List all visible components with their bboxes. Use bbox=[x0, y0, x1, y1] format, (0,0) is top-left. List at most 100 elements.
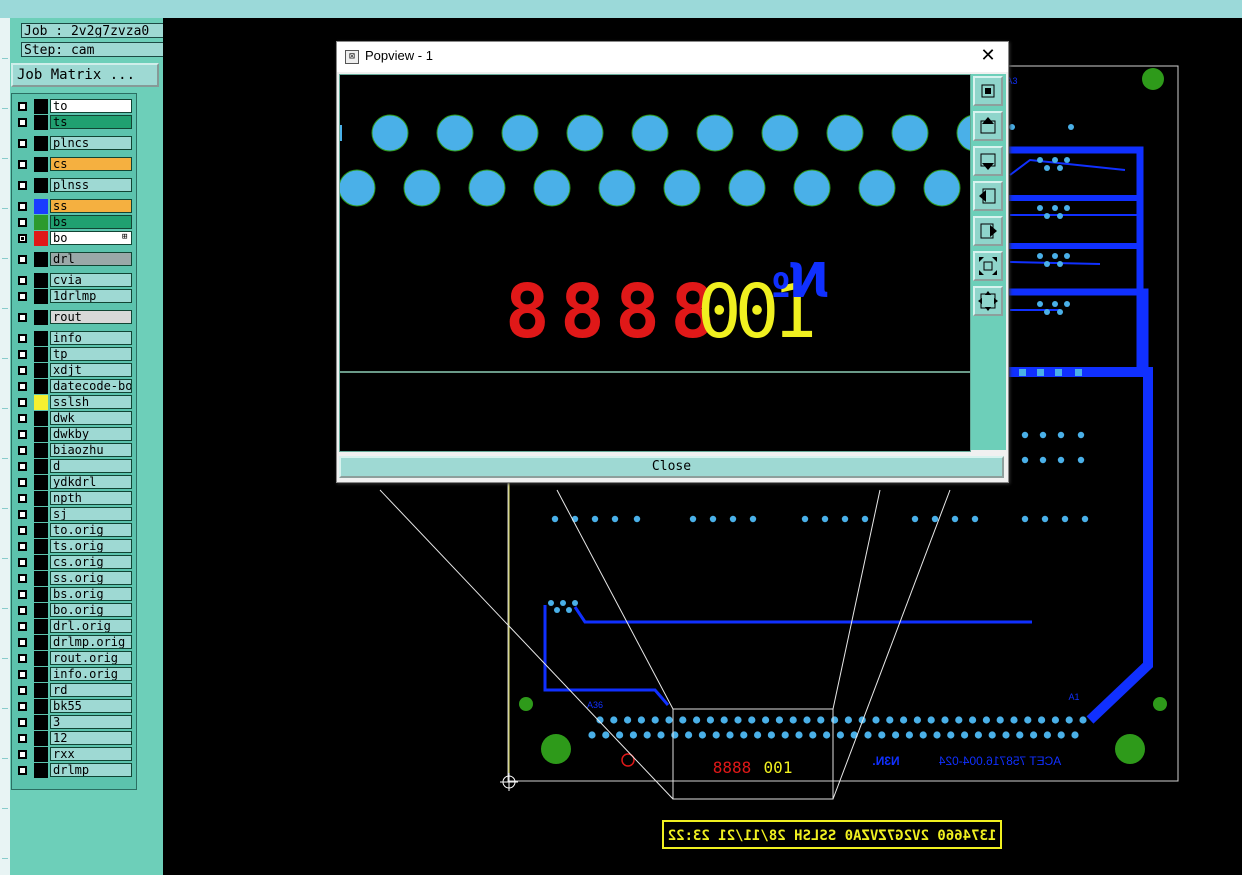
layer-color-swatch[interactable] bbox=[34, 289, 48, 304]
layer-name[interactable]: to.orig bbox=[50, 523, 132, 537]
layer-row-bo[interactable]: bo ⊞ bbox=[14, 231, 134, 246]
layer-color-swatch[interactable] bbox=[34, 523, 48, 538]
layer-checkbox[interactable] bbox=[18, 670, 27, 679]
layer-name[interactable]: drlmp.orig bbox=[50, 635, 132, 649]
layer-name[interactable]: sj bbox=[50, 507, 132, 521]
layer-color-swatch[interactable] bbox=[34, 395, 48, 410]
layer-row-ydkdrl[interactable]: ydkdrl bbox=[14, 475, 134, 490]
layer-color-swatch[interactable] bbox=[34, 115, 48, 130]
layer-name[interactable]: ss bbox=[50, 199, 132, 213]
layer-checkbox[interactable] bbox=[18, 313, 27, 322]
pan-down-icon[interactable] bbox=[973, 146, 1003, 176]
layer-name[interactable]: sslsh bbox=[50, 395, 132, 409]
layer-checkbox[interactable] bbox=[18, 334, 27, 343]
layer-checkbox[interactable] bbox=[18, 202, 27, 211]
layer-row-to[interactable]: to bbox=[14, 99, 134, 114]
layer-color-swatch[interactable] bbox=[34, 603, 48, 618]
layer-row-bk55[interactable]: bk55 bbox=[14, 699, 134, 714]
layer-name[interactable]: xdjt bbox=[50, 363, 132, 377]
layer-row-biaozhu[interactable]: biaozhu bbox=[14, 443, 134, 458]
layer-color-swatch[interactable] bbox=[34, 379, 48, 394]
layer-checkbox[interactable] bbox=[18, 292, 27, 301]
layer-checkbox[interactable] bbox=[18, 414, 27, 423]
popview-titlebar[interactable]: ⊠ Popview - 1 ✕ bbox=[337, 42, 1008, 72]
layer-row-info[interactable]: info bbox=[14, 331, 134, 346]
layer-checkbox[interactable] bbox=[18, 494, 27, 503]
layer-checkbox[interactable] bbox=[18, 654, 27, 663]
layer-name[interactable]: datecode-bo bbox=[50, 379, 132, 393]
layer-checkbox[interactable] bbox=[18, 382, 27, 391]
layer-name[interactable]: ts.orig bbox=[50, 539, 132, 553]
layer-checkbox[interactable] bbox=[18, 398, 27, 407]
layer-name[interactable]: rout.orig bbox=[50, 651, 132, 665]
layer-color-swatch[interactable] bbox=[34, 651, 48, 666]
layer-row-cs[interactable]: cs bbox=[14, 157, 134, 172]
layer-name[interactable]: info.orig bbox=[50, 667, 132, 681]
layer-checkbox[interactable] bbox=[18, 462, 27, 471]
layer-color-swatch[interactable] bbox=[34, 507, 48, 522]
layer-color-swatch[interactable] bbox=[34, 763, 48, 778]
layer-name[interactable]: npth bbox=[50, 491, 132, 505]
layer-checkbox[interactable] bbox=[18, 255, 27, 264]
layer-color-swatch[interactable] bbox=[34, 683, 48, 698]
layer-checkbox[interactable] bbox=[18, 590, 27, 599]
layer-checkbox[interactable] bbox=[18, 702, 27, 711]
layer-color-swatch[interactable] bbox=[34, 273, 48, 288]
job-matrix-button[interactable]: Job Matrix ... bbox=[11, 63, 159, 87]
layer-name[interactable]: biaozhu bbox=[50, 443, 132, 457]
layer-row-xdjt[interactable]: xdjt bbox=[14, 363, 134, 378]
layer-color-swatch[interactable] bbox=[34, 252, 48, 267]
layer-name[interactable]: drl.orig bbox=[50, 619, 132, 633]
layer-row-ts[interactable]: ts bbox=[14, 115, 134, 130]
layer-name[interactable]: 1drlmp bbox=[50, 289, 132, 303]
layer-row-plncs[interactable]: plncs bbox=[14, 136, 134, 151]
layer-row-d[interactable]: d bbox=[14, 459, 134, 474]
layer-name[interactable]: tp bbox=[50, 347, 132, 361]
zoom-out-icon[interactable] bbox=[973, 286, 1003, 316]
layer-color-swatch[interactable] bbox=[34, 555, 48, 570]
layer-checkbox[interactable] bbox=[18, 139, 27, 148]
layer-name[interactable]: info bbox=[50, 331, 132, 345]
layer-name[interactable]: d bbox=[50, 459, 132, 473]
layer-row-ss[interactable]: ss bbox=[14, 199, 134, 214]
layer-row-plnss[interactable]: plnss bbox=[14, 178, 134, 193]
layer-row-rxx[interactable]: rxx bbox=[14, 747, 134, 762]
layer-name[interactable]: drl bbox=[50, 252, 132, 266]
layer-color-swatch[interactable] bbox=[34, 715, 48, 730]
layer-color-swatch[interactable] bbox=[34, 331, 48, 346]
layer-name[interactable]: ydkdrl bbox=[50, 475, 132, 489]
layer-checkbox[interactable] bbox=[18, 542, 27, 551]
layer-color-swatch[interactable] bbox=[34, 199, 48, 214]
layer-name[interactable]: rxx bbox=[50, 747, 132, 761]
layer-row-ts-orig[interactable]: ts.orig bbox=[14, 539, 134, 554]
layer-name[interactable]: drlmp bbox=[50, 763, 132, 777]
layer-name[interactable]: bs bbox=[50, 215, 132, 229]
layer-color-swatch[interactable] bbox=[34, 459, 48, 474]
layer-name[interactable]: ts bbox=[50, 115, 132, 129]
layer-name[interactable]: to bbox=[50, 99, 132, 113]
layer-checkbox[interactable] bbox=[18, 234, 27, 243]
pan-up-icon[interactable] bbox=[973, 111, 1003, 141]
layer-row-bs-orig[interactable]: bs.orig bbox=[14, 587, 134, 602]
layer-checkbox[interactable] bbox=[18, 218, 27, 227]
layer-name[interactable]: 12 bbox=[50, 731, 132, 745]
layer-row-1drlmp[interactable]: 1drlmp bbox=[14, 289, 134, 304]
layer-checkbox[interactable] bbox=[18, 718, 27, 727]
layer-name[interactable]: 3 bbox=[50, 715, 132, 729]
layer-row-to-orig[interactable]: to.orig bbox=[14, 523, 134, 538]
layer-checkbox[interactable] bbox=[18, 606, 27, 615]
layer-checkbox[interactable] bbox=[18, 558, 27, 567]
layer-color-swatch[interactable] bbox=[34, 310, 48, 325]
zoom-in-icon[interactable] bbox=[973, 251, 1003, 281]
layer-color-swatch[interactable] bbox=[34, 347, 48, 362]
layer-checkbox[interactable] bbox=[18, 686, 27, 695]
layer-name[interactable]: rout bbox=[50, 310, 132, 324]
layer-checkbox[interactable] bbox=[18, 622, 27, 631]
layer-checkbox[interactable] bbox=[18, 181, 27, 190]
layer-row-drl[interactable]: drl bbox=[14, 252, 134, 267]
layer-checkbox[interactable] bbox=[18, 638, 27, 647]
zoom-fit-icon[interactable] bbox=[973, 76, 1003, 106]
layer-checkbox[interactable] bbox=[18, 510, 27, 519]
layer-checkbox[interactable] bbox=[18, 276, 27, 285]
layer-color-swatch[interactable] bbox=[34, 491, 48, 506]
